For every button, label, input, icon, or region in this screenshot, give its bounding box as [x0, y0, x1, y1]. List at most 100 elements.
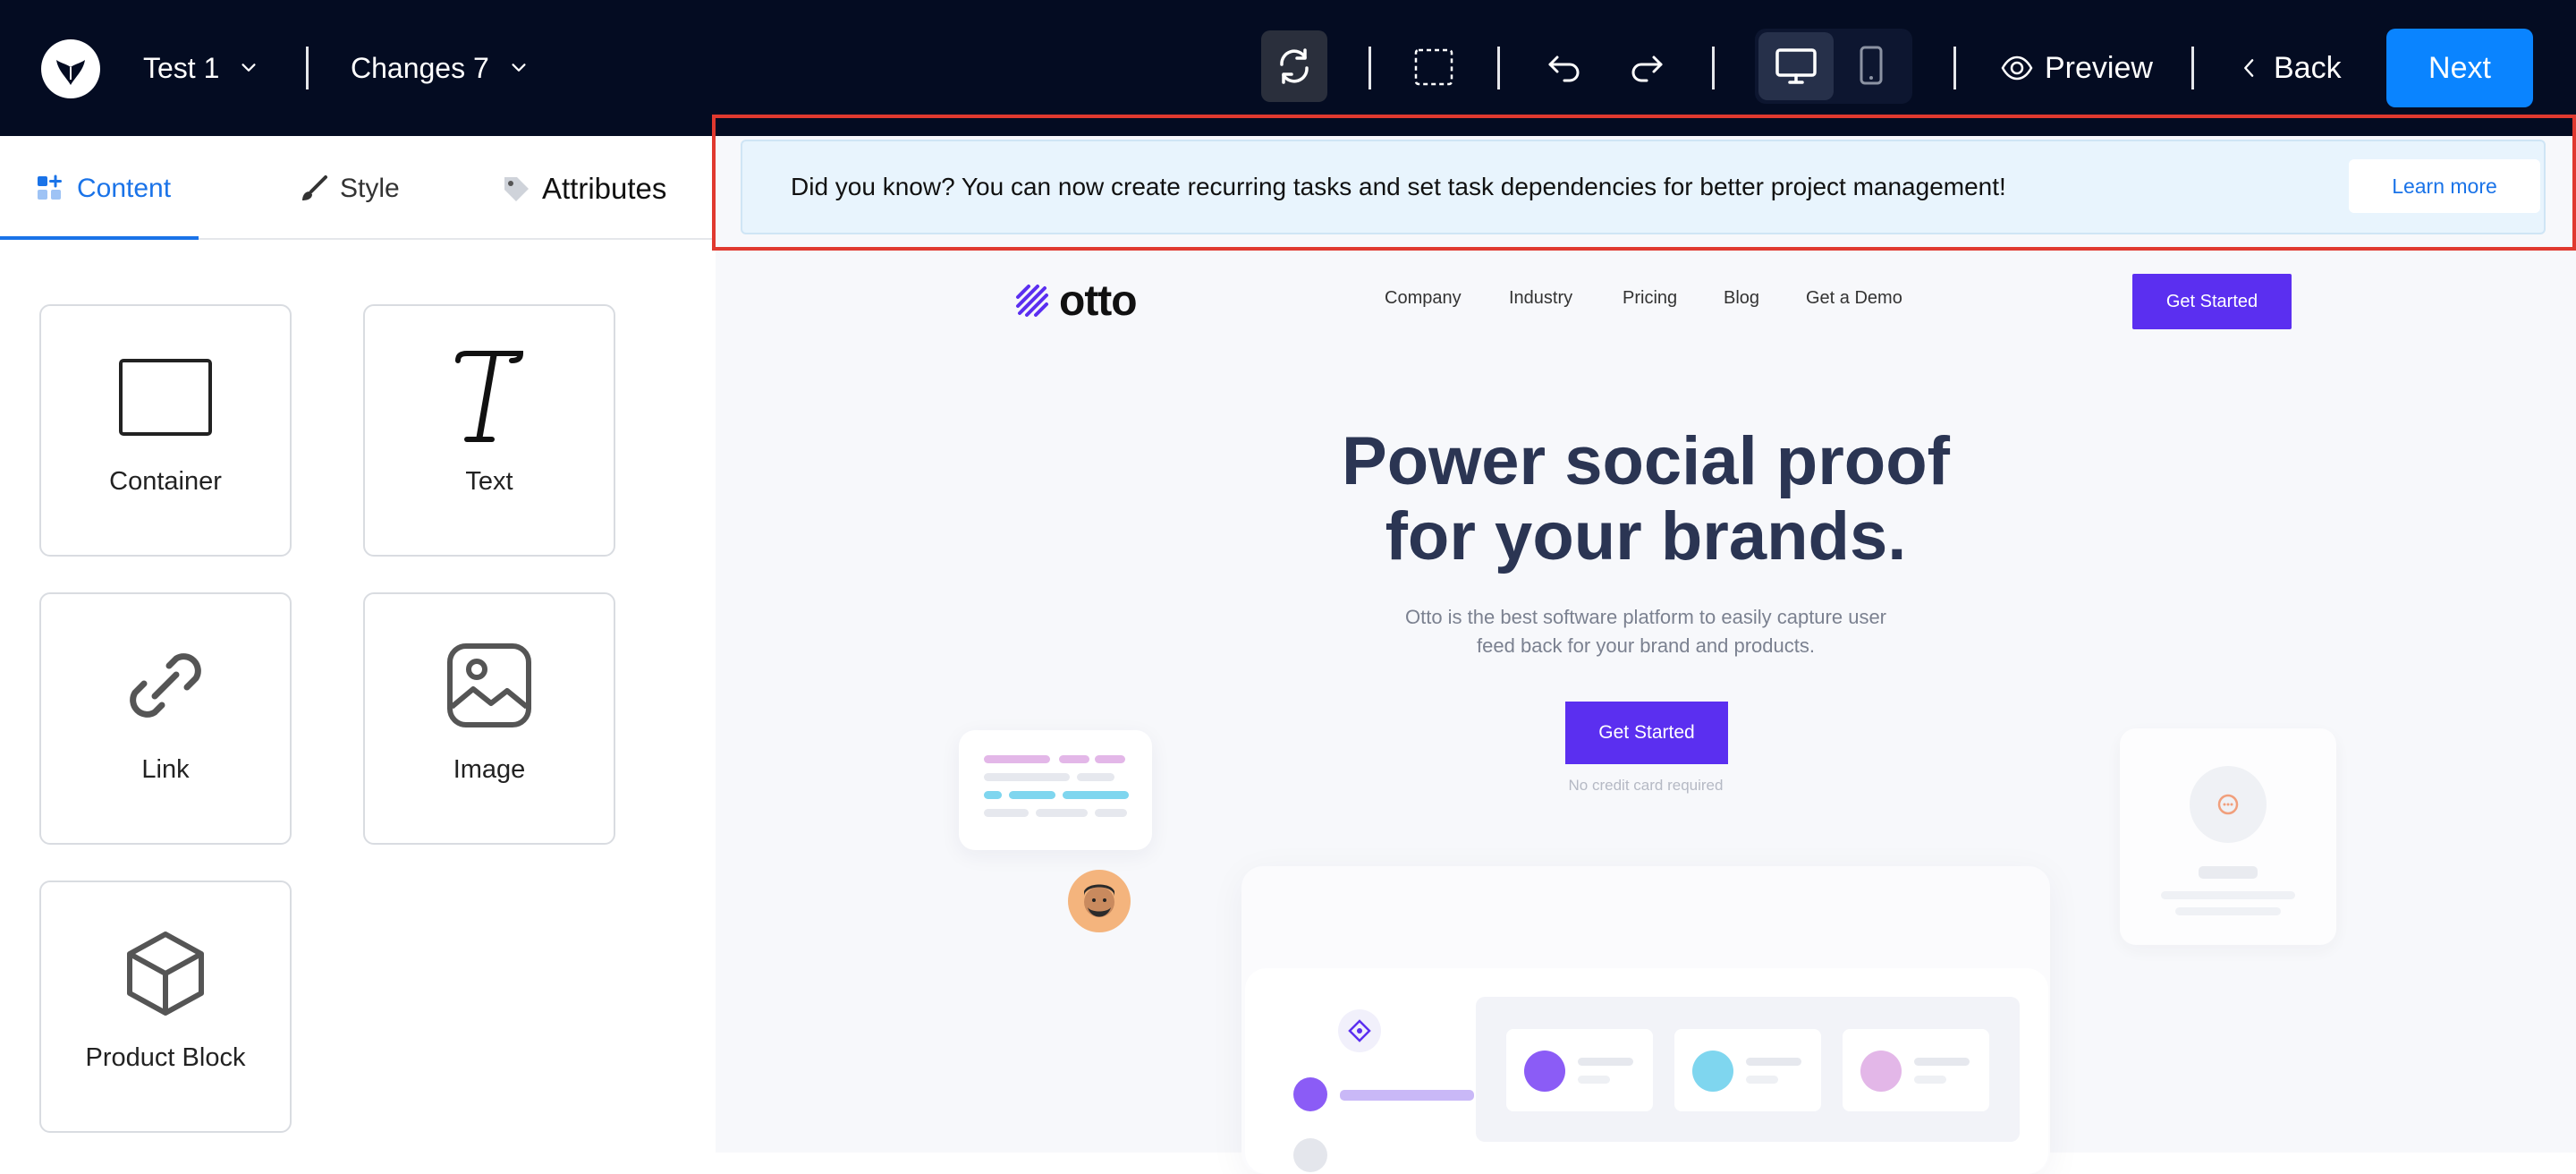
divider [2191, 47, 2194, 89]
tab-style[interactable]: Style [299, 166, 400, 211]
decor-bar [984, 755, 1050, 763]
dashboard-tile [1506, 1029, 1653, 1111]
refresh-button[interactable] [1261, 30, 1327, 102]
desktop-view-button[interactable] [1758, 32, 1834, 100]
tab-label: Content [77, 174, 172, 203]
mobile-view-button[interactable] [1834, 32, 1909, 100]
blocks-panel: Content Style Attributes Container Text … [0, 136, 712, 1174]
tab-label: Attributes [542, 172, 667, 205]
decor-bar [984, 809, 1029, 817]
decor-bar [1340, 1090, 1474, 1101]
divider [1497, 47, 1500, 89]
block-image[interactable]: Image [363, 592, 615, 845]
chevron-down-icon [242, 64, 256, 72]
desktop-icon [1775, 48, 1817, 84]
decor-circle [1293, 1138, 1327, 1172]
logo-icon[interactable] [41, 39, 100, 98]
decor-bar [1059, 755, 1089, 763]
refresh-icon [1280, 48, 1309, 84]
divider [1953, 47, 1956, 89]
decor-bar [2175, 907, 2281, 915]
project-dropdown[interactable]: Test 1 [143, 43, 258, 93]
undo-icon [1548, 55, 1580, 82]
otto-logo-icon [1016, 285, 1048, 317]
block-label: Image [453, 755, 526, 784]
decor-bar [1036, 809, 1088, 817]
divider [306, 47, 309, 89]
decor-bar [1914, 1058, 1970, 1066]
decor-bar [1578, 1058, 1633, 1066]
tab-label: Style [340, 174, 400, 203]
decor-circle [1860, 1051, 1902, 1092]
preview-label: Preview [2045, 50, 2153, 85]
text-icon [455, 351, 524, 442]
chevron-left-icon [2244, 59, 2254, 77]
decor-bar [1009, 791, 1055, 799]
decor-bar [1095, 755, 1125, 763]
back-button[interactable]: Back [2236, 39, 2342, 97]
hero-subtitle-line: Otto is the best software platform to ea… [1404, 606, 1887, 628]
select-area-button[interactable] [1401, 30, 1467, 102]
nav-get-started-button[interactable]: Get Started [2132, 274, 2292, 329]
decor-bar [1095, 809, 1127, 817]
chevron-down-icon [512, 64, 526, 72]
content-icon [38, 174, 62, 200]
decor-bar [1746, 1076, 1778, 1084]
tab-attributes[interactable]: Attributes [501, 166, 666, 211]
hero-title-line: Power social proof [1342, 423, 1950, 499]
block-container[interactable]: Container [39, 304, 292, 557]
container-icon [119, 359, 212, 436]
preview-button[interactable]: Preview [2000, 39, 2153, 97]
decor-bar [1746, 1058, 1801, 1066]
decor-bar [2199, 866, 2258, 879]
redo-button[interactable] [1614, 30, 1680, 102]
nav-blog[interactable]: Blog [1724, 288, 1759, 309]
announcement-banner[interactable]: Did you know? You can now create recurri… [741, 140, 2546, 234]
link-icon [130, 653, 201, 718]
hero-get-started-button[interactable]: Get Started [1565, 702, 1728, 764]
hero-title: Power social proof for your brands. [1163, 424, 2129, 574]
cube-icon [127, 932, 204, 1016]
logo-wordmark: otto [1059, 276, 1138, 325]
divider [1368, 47, 1371, 89]
dashboard-tile [1843, 1029, 1989, 1111]
decor-circle [1524, 1051, 1565, 1092]
nav-company[interactable]: Company [1385, 288, 1462, 309]
device-switcher [1755, 29, 1912, 104]
banner-text: Did you know? You can now create recurri… [791, 173, 2006, 200]
learn-more-button[interactable]: Learn more [2349, 159, 2540, 213]
block-label: Text [465, 467, 513, 496]
block-text[interactable]: Text [363, 304, 615, 557]
decor-bar [1063, 791, 1129, 799]
image-icon [447, 643, 531, 727]
undo-button[interactable] [1531, 30, 1597, 102]
site-logo[interactable]: otto [1014, 276, 1138, 326]
next-button[interactable]: Next [2386, 29, 2533, 107]
nav-get-a-demo[interactable]: Get a Demo [1806, 288, 1902, 309]
block-link[interactable]: Link [39, 592, 292, 845]
testimonial-card-illustration [959, 730, 1152, 850]
changes-dropdown[interactable]: Changes 7 [351, 43, 529, 93]
nav-industry[interactable]: Industry [1509, 288, 1572, 309]
nav-pricing[interactable]: Pricing [1623, 288, 1677, 309]
avatar-face-icon [1084, 884, 1114, 917]
feedback-card-illustration [2120, 728, 2336, 945]
decor-bar [1578, 1076, 1610, 1084]
redo-icon [1631, 55, 1663, 82]
block-label: Link [141, 755, 190, 784]
divider [1712, 47, 1715, 89]
hero-subtitle-line: feed back for your brand and products. [1477, 634, 1815, 657]
decor-circle [1293, 1077, 1327, 1111]
eye-icon [2001, 55, 2033, 81]
active-tab-indicator [0, 236, 199, 240]
block-label: Product Block [85, 1043, 246, 1072]
block-product[interactable]: Product Block [39, 880, 292, 1133]
decor-bar [2161, 891, 2295, 899]
chat-icon [2217, 794, 2239, 815]
block-label: Container [109, 467, 222, 496]
panel-tabs: Content Style Attributes [0, 136, 712, 240]
tab-content[interactable]: Content [36, 166, 171, 211]
diamond-icon [1348, 1019, 1371, 1042]
select-area-icon [1414, 48, 1453, 86]
hero-note: No credit card required [1568, 777, 1724, 794]
